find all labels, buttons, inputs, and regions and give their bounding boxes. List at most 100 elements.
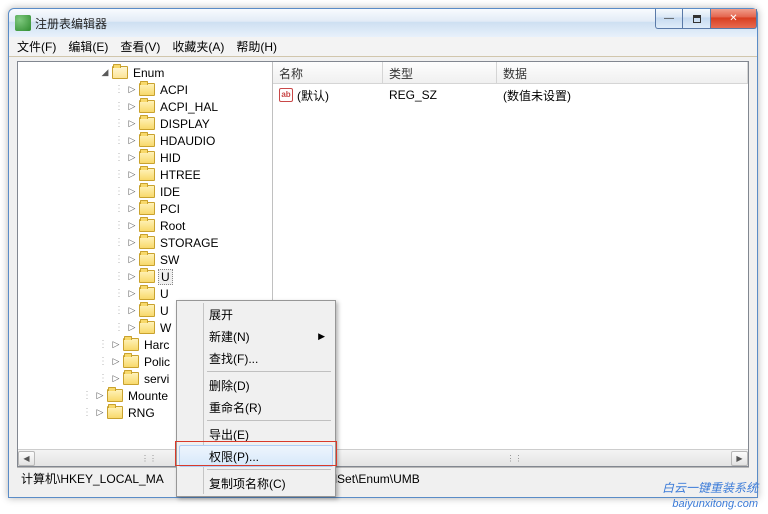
menu-separator [207, 469, 331, 470]
expand-icon[interactable]: ▷ [109, 356, 123, 367]
tree-label: U [158, 269, 173, 285]
value-name: (默认) [297, 87, 329, 104]
tree-item[interactable]: ⋮▷ACPI_HAL [18, 98, 272, 115]
folder-icon [139, 287, 155, 300]
expand-icon[interactable]: ▷ [93, 407, 107, 418]
expand-icon[interactable]: ▷ [125, 203, 139, 214]
expand-icon[interactable]: ▷ [125, 220, 139, 231]
folder-icon [123, 372, 139, 385]
scroll-left-button[interactable]: ◀ [18, 451, 35, 466]
scroll-right-button[interactable]: ▶ [731, 451, 748, 466]
menu-edit[interactable]: 编辑(E) [62, 36, 114, 57]
expand-icon[interactable]: ▷ [125, 101, 139, 112]
status-bar: 计算机\HKEY_LOCAL_MA rolSet\Enum\UMB [17, 467, 749, 489]
expand-icon[interactable]: ▷ [125, 254, 139, 265]
watermark-url: baiyunxitong.com [662, 496, 758, 512]
folder-icon [139, 202, 155, 215]
minimize-button[interactable]: — [655, 9, 683, 29]
col-name[interactable]: 名称 [273, 62, 383, 83]
tree-label: PCI [158, 202, 182, 216]
client-area: ◢Enum ⋮▷ACPI⋮▷ACPI_HAL⋮▷DISPLAY⋮▷HDAUDIO… [17, 61, 749, 467]
scroll-grip-icon[interactable]: ⋮⋮ [141, 454, 149, 463]
tree-item[interactable]: ⋮▷Root [18, 217, 272, 234]
list-row[interactable]: ab(默认) REG_SZ (数值未设置) [273, 86, 748, 104]
status-path-end: rolSet\Enum\UMB [324, 472, 420, 486]
tree-item[interactable]: ⋮▷SW [18, 251, 272, 268]
expand-icon[interactable]: ▷ [109, 373, 123, 384]
folder-icon [139, 219, 155, 232]
tree-label: Harc [142, 338, 171, 352]
tree-label: U [158, 304, 171, 318]
expand-icon[interactable]: ▷ [125, 305, 139, 316]
menu-copy-key-name[interactable]: 复制项名称(C) [179, 472, 333, 494]
tree-label: HDAUDIO [158, 134, 217, 148]
menu-help[interactable]: 帮助(H) [230, 36, 283, 57]
context-menu: 展开 新建(N)▶ 查找(F)... 删除(D) 重命名(R) 导出(E) 权限… [176, 300, 336, 497]
folder-open-icon [112, 66, 128, 79]
folder-icon [139, 253, 155, 266]
expand-icon[interactable]: ▷ [125, 271, 139, 282]
folder-icon [139, 270, 155, 283]
menu-find[interactable]: 查找(F)... [179, 347, 333, 369]
col-data[interactable]: 数据 [497, 62, 748, 83]
menu-bar: 文件(F) 编辑(E) 查看(V) 收藏夹(A) 帮助(H) [9, 37, 757, 57]
expand-icon[interactable]: ▷ [93, 390, 107, 401]
expand-icon[interactable]: ▷ [125, 84, 139, 95]
expand-icon[interactable]: ▷ [125, 237, 139, 248]
submenu-arrow-icon: ▶ [318, 331, 325, 342]
title-bar: 注册表编辑器 — ✕ [9, 9, 757, 37]
expand-icon[interactable]: ▷ [125, 288, 139, 299]
expand-icon[interactable]: ▷ [125, 169, 139, 180]
tree-label: W [158, 321, 173, 335]
tree-label: Root [158, 219, 187, 233]
col-type[interactable]: 类型 [383, 62, 497, 83]
menu-favorites[interactable]: 收藏夹(A) [166, 36, 230, 57]
value-data: (数值未设置) [497, 87, 748, 104]
tree-label: IDE [158, 185, 182, 199]
menu-rename[interactable]: 重命名(R) [179, 396, 333, 418]
expand-icon[interactable]: ▷ [125, 152, 139, 163]
menu-separator [207, 420, 331, 421]
expand-icon[interactable]: ▷ [125, 135, 139, 146]
folder-icon [139, 134, 155, 147]
expand-icon[interactable]: ▷ [125, 186, 139, 197]
menu-view[interactable]: 查看(V) [114, 36, 166, 57]
folder-icon [139, 100, 155, 113]
tree-item[interactable]: ⋮▷HID [18, 149, 272, 166]
tree-item[interactable]: ⋮▷HDAUDIO [18, 132, 272, 149]
tree-item[interactable]: ⋮▷DISPLAY [18, 115, 272, 132]
folder-icon [139, 151, 155, 164]
folder-icon [123, 338, 139, 351]
list-body[interactable]: ab(默认) REG_SZ (数值未设置) [273, 84, 748, 449]
folder-icon [107, 389, 123, 402]
tree-item-selected[interactable]: ⋮▷U [18, 268, 272, 285]
list-header: 名称 类型 数据 [273, 62, 748, 84]
tree-label: U [158, 287, 171, 301]
list-hscrollbar[interactable]: ◀ ⋮⋮ ▶ [273, 449, 748, 466]
collapse-icon[interactable]: ◢ [98, 67, 112, 78]
tree-item[interactable]: ⋮▷PCI [18, 200, 272, 217]
tree-item[interactable]: ⋮▷HTREE [18, 166, 272, 183]
menu-expand[interactable]: 展开 [179, 303, 333, 325]
tree-item-enum[interactable]: ◢Enum [18, 64, 272, 81]
tree-label: Polic [142, 355, 172, 369]
tree-item[interactable]: ⋮▷ACPI [18, 81, 272, 98]
scroll-grip-icon[interactable]: ⋮⋮ [507, 454, 515, 463]
close-button[interactable]: ✕ [711, 9, 757, 29]
list-pane: 名称 类型 数据 ab(默认) REG_SZ (数值未设置) ◀ ⋮⋮ ▶ [273, 62, 748, 466]
menu-file[interactable]: 文件(F) [11, 36, 62, 57]
tree-label: RNG [126, 406, 157, 420]
maximize-button[interactable] [683, 9, 711, 29]
expand-icon[interactable]: ▷ [125, 322, 139, 333]
expand-icon[interactable]: ▷ [109, 339, 123, 350]
menu-delete[interactable]: 删除(D) [179, 374, 333, 396]
watermark: 白云一键重装系统 baiyunxitong.com [662, 480, 758, 512]
regedit-icon [15, 15, 31, 31]
menu-new[interactable]: 新建(N)▶ [179, 325, 333, 347]
folder-icon [139, 321, 155, 334]
string-value-icon: ab [279, 88, 293, 102]
expand-icon[interactable]: ▷ [125, 118, 139, 129]
tree-item[interactable]: ⋮▷IDE [18, 183, 272, 200]
tree-label: DISPLAY [158, 117, 212, 131]
tree-item[interactable]: ⋮▷STORAGE [18, 234, 272, 251]
